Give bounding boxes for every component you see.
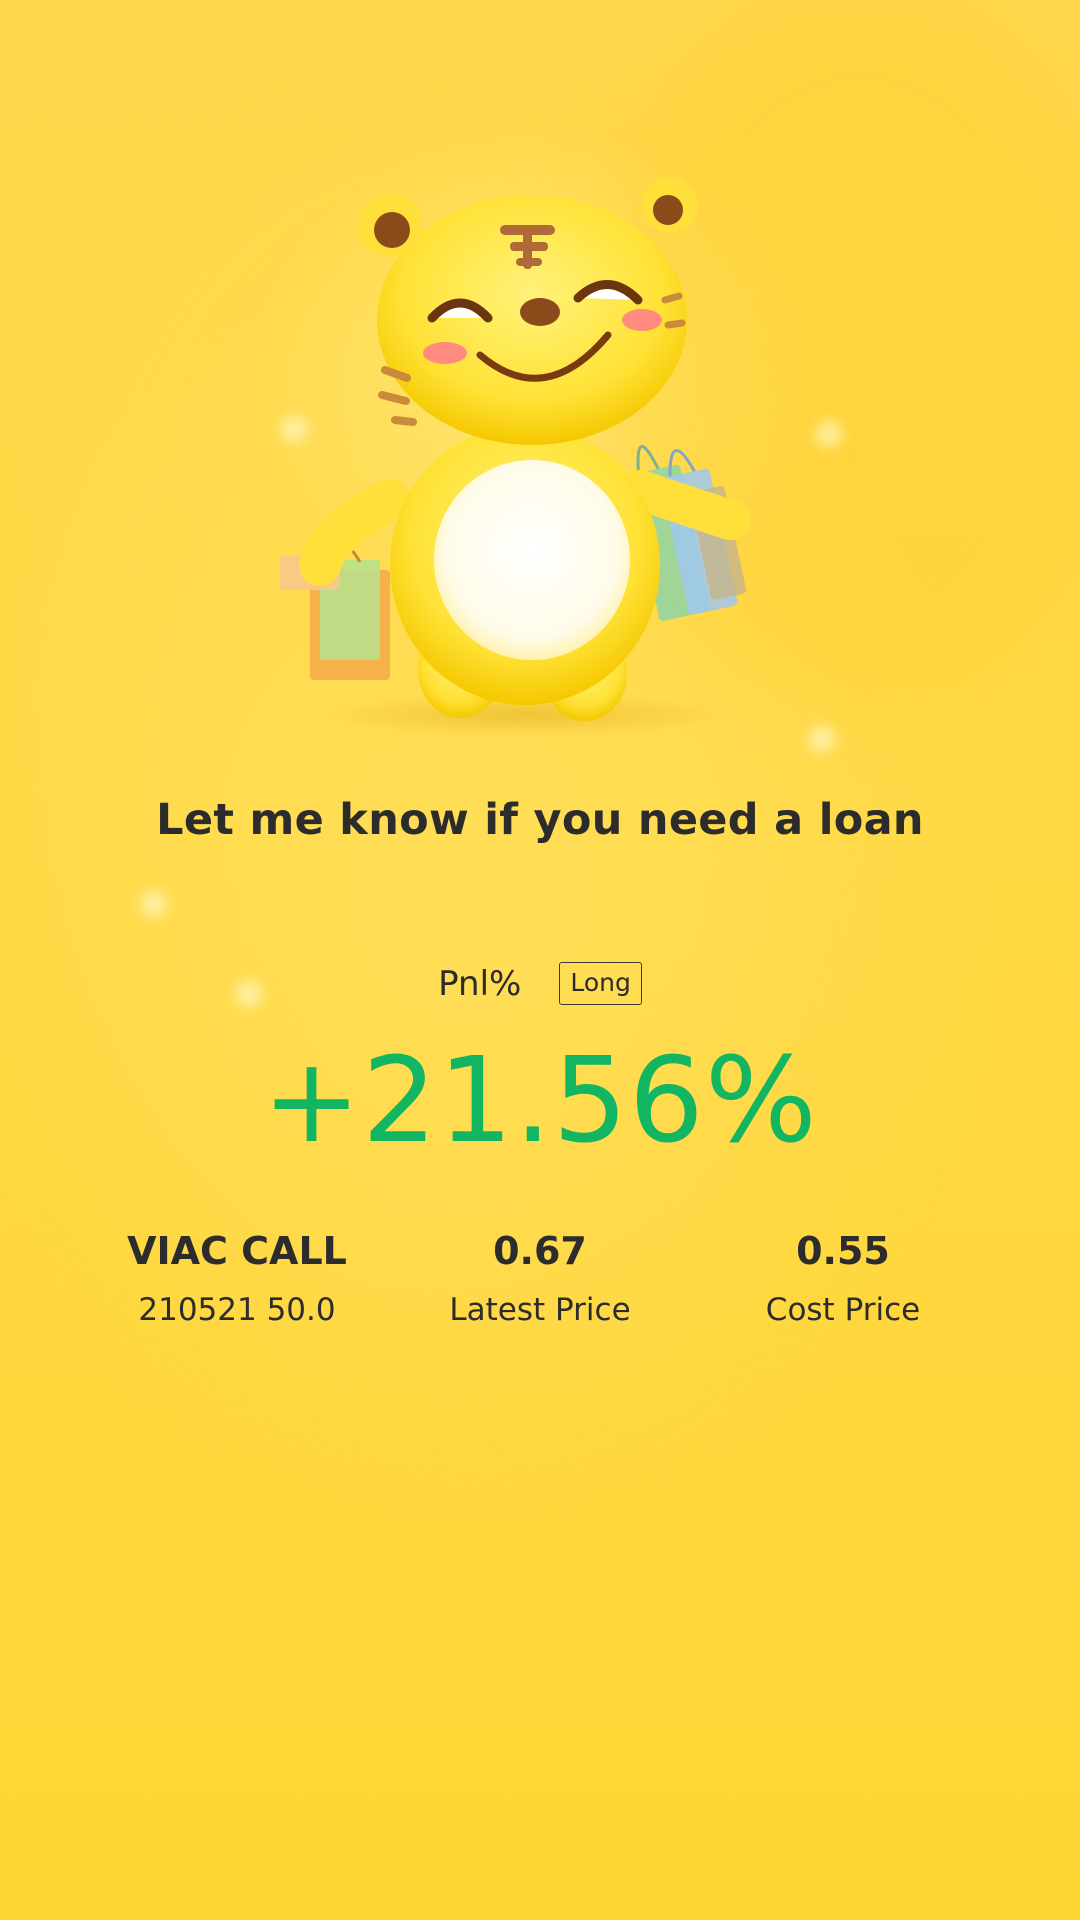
cost-price-value: 0.55 bbox=[796, 1229, 890, 1273]
pnl-percent-value: +21.56% bbox=[262, 1031, 818, 1169]
pnl-header: Pnl% Long bbox=[0, 962, 1080, 1005]
pnl-label: Pnl% bbox=[438, 963, 522, 1004]
cost-price-label: Cost Price bbox=[765, 1292, 921, 1328]
sparkle-decoration bbox=[815, 420, 843, 448]
contract-detail: 210521 50.0 bbox=[138, 1292, 336, 1328]
loan-headline: Let me know if you need a loan bbox=[156, 795, 924, 845]
contract-name: VIAC CALL bbox=[127, 1229, 347, 1273]
position-side-badge: Long bbox=[559, 962, 642, 1005]
tiger-mascot-shopping-icon bbox=[270, 170, 790, 750]
contract-info: VIAC CALL 210521 50.0 bbox=[87, 1228, 387, 1330]
latest-price-value: 0.67 bbox=[493, 1229, 587, 1273]
latest-price-info: 0.67 Latest Price bbox=[390, 1228, 690, 1330]
latest-price-label: Latest Price bbox=[449, 1292, 631, 1328]
sparkle-decoration bbox=[140, 890, 168, 918]
cost-price-info: 0.55 Cost Price bbox=[693, 1228, 993, 1330]
sparkle-decoration bbox=[808, 725, 836, 753]
